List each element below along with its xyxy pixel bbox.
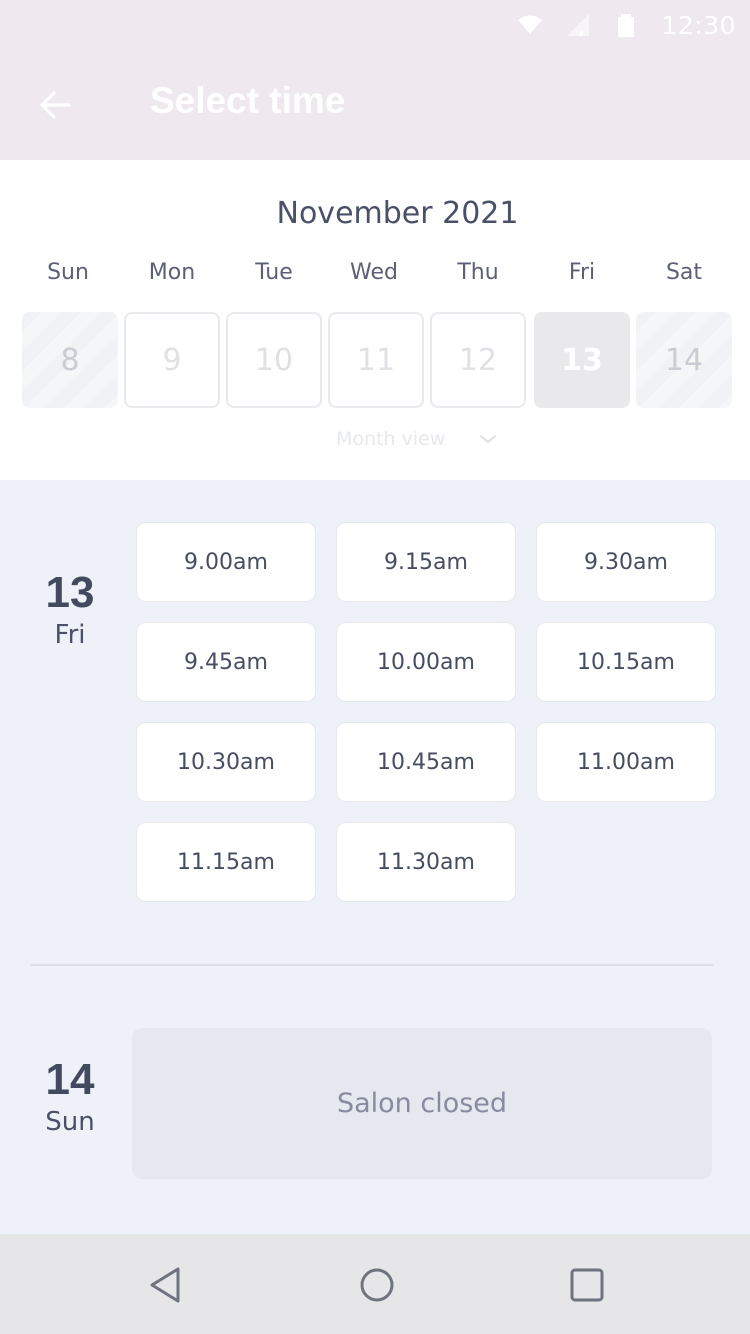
- weekday-mon: Mon: [148, 260, 196, 285]
- day-divider: [31, 964, 713, 966]
- date-weekday: Sun: [45, 1107, 95, 1137]
- time-slot[interactable]: 11.15am: [136, 822, 316, 902]
- back-triangle-icon: [150, 1267, 180, 1303]
- weekday-thu: Thu: [457, 260, 499, 285]
- day-cell-8: 8: [22, 312, 118, 408]
- time-slot[interactable]: 9.30am: [536, 522, 716, 602]
- day-cell-10[interactable]: 10: [226, 312, 322, 408]
- recents-square-icon: [570, 1268, 604, 1302]
- home-circle-icon: [360, 1268, 394, 1302]
- time-slot[interactable]: 10.00am: [336, 622, 516, 702]
- date-label-13: 13 Fri: [30, 568, 110, 650]
- salon-closed-notice: Salon closed: [132, 1028, 712, 1179]
- nav-back-button[interactable]: [136, 1258, 196, 1312]
- weekday-fri: Fri: [568, 260, 596, 285]
- status-icons: 12:30: [517, 8, 736, 42]
- time-slot[interactable]: 11.00am: [536, 722, 716, 802]
- wifi-icon: [518, 15, 543, 34]
- page-title: Select time: [150, 80, 346, 121]
- date-number: 13: [45, 568, 95, 617]
- status-bar: 12:30: [0, 0, 750, 50]
- time-slot[interactable]: 9.45am: [136, 622, 316, 702]
- signal-icon: [567, 14, 590, 36]
- weekday-tue: Tue: [255, 260, 293, 285]
- nav-recents-button[interactable]: [557, 1258, 617, 1312]
- battery-icon: [618, 14, 635, 37]
- week-calendar: November 2021 Sun Mon Tue Wed Thu Fri Sa…: [0, 160, 750, 480]
- time-slot[interactable]: 10.15am: [536, 622, 716, 702]
- time-slot[interactable]: 9.00am: [136, 522, 316, 602]
- date-label-14: 14 Sun: [30, 1055, 110, 1137]
- day-cell-12[interactable]: 12: [430, 312, 526, 408]
- month-view-label: Month view: [336, 428, 446, 450]
- weekday-sun: Sun: [47, 260, 89, 285]
- weekday-sat: Sat: [665, 260, 703, 285]
- top-bar: 12:30 Select time: [0, 0, 750, 160]
- date-weekday: Fri: [54, 620, 86, 650]
- nav-home-button[interactable]: [347, 1258, 407, 1312]
- month-title: November 2021: [276, 196, 519, 231]
- month-view-toggle[interactable]: Month view: [336, 428, 497, 450]
- time-slot[interactable]: 10.45am: [336, 722, 516, 802]
- chevron-down-icon: [480, 435, 497, 444]
- weekday-wed: Wed: [350, 260, 398, 285]
- time-slot[interactable]: 9.15am: [336, 522, 516, 602]
- date-number: 14: [45, 1055, 95, 1104]
- arrow-left-icon: [40, 91, 71, 119]
- time-slot[interactable]: 11.30am: [336, 822, 516, 902]
- day-cell-11[interactable]: 11: [328, 312, 424, 408]
- system-nav-bar: [0, 1234, 750, 1334]
- back-button[interactable]: [28, 78, 82, 132]
- time-slot[interactable]: 10.30am: [136, 722, 316, 802]
- status-time: 12:30: [661, 10, 736, 40]
- app-header: Select time: [0, 50, 750, 160]
- day-cell-13-selected[interactable]: 13: [534, 312, 630, 408]
- day-cell-9[interactable]: 9: [124, 312, 220, 408]
- day-cell-14: 14: [636, 312, 732, 408]
